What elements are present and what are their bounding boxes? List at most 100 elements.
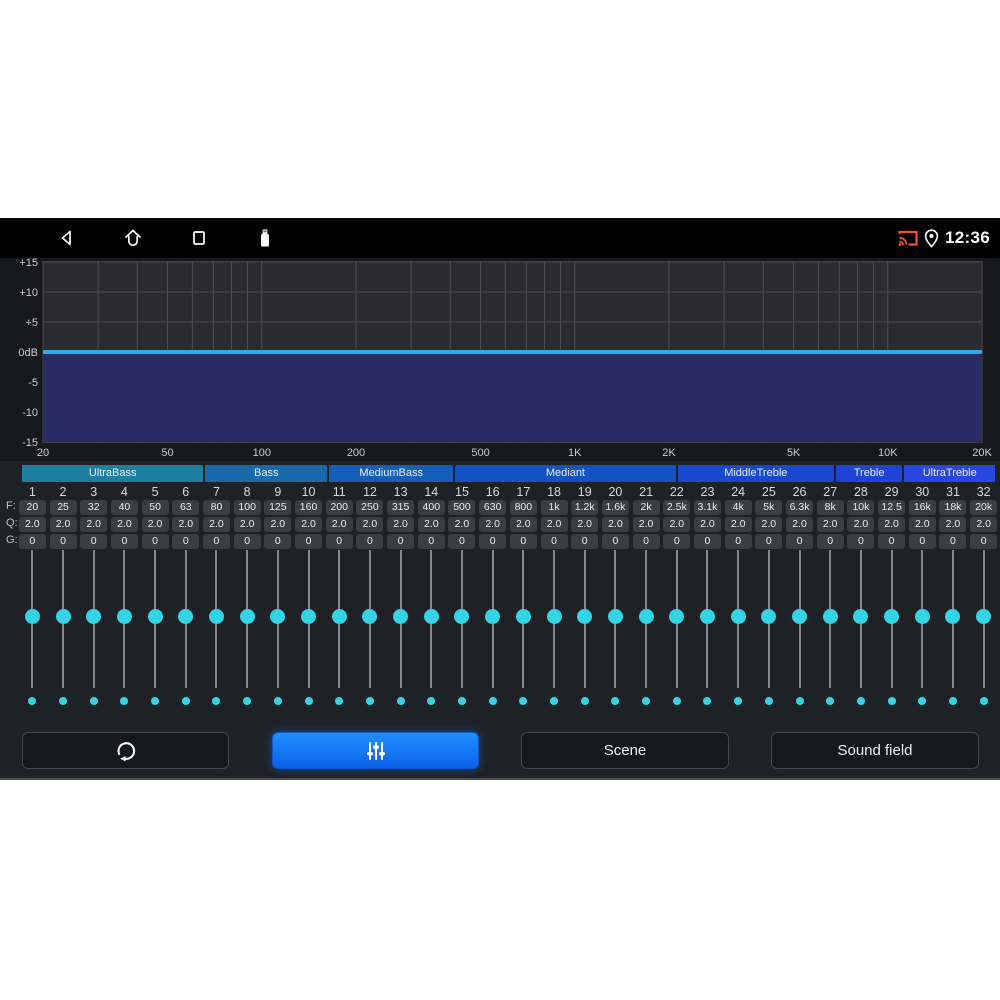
slider-thumb[interactable] [976,609,992,624]
g-value-box: 0 [907,533,938,549]
f-value: 2k [632,499,660,515]
band-gain-slider[interactable] [938,550,969,688]
slider-thumb[interactable] [24,609,40,624]
f-value-box: 3.1k [692,499,723,515]
f-value-box: 250 [355,499,386,515]
slider-thumb[interactable] [55,609,71,624]
slider-thumb[interactable] [730,609,746,624]
band-gain-slider[interactable] [784,550,815,688]
band-gain-slider[interactable] [539,550,570,688]
slider-thumb[interactable] [638,609,654,624]
q-value-row: 2.0 2.0 2.0 2.0 2.0 2.0 2.0 2.0 2.0 2.0 2.0 2.0 2.0 2… [17,516,999,532]
indicator-dot [488,697,497,705]
band-gain-slider[interactable] [907,550,938,688]
f-value: 315 [387,499,415,515]
band-gain-slider[interactable] [324,550,355,688]
slider-thumb[interactable] [699,609,715,624]
f-value-box: 100 [232,499,263,515]
q-value-box: 2.0 [355,516,386,532]
band-gain-slider[interactable] [600,550,631,688]
band-gain-slider[interactable] [846,550,877,688]
back-icon[interactable] [55,227,77,249]
band-number: 24 [731,485,746,499]
band-gain-slider[interactable] [109,550,140,688]
band-gain-slider[interactable] [232,550,263,688]
slider-thumb[interactable] [822,609,838,624]
equalizer-button[interactable] [272,732,479,769]
scene-button[interactable]: Scene [521,732,729,769]
band-gain-slider[interactable] [477,550,508,688]
band-gain-slider[interactable] [263,550,294,688]
indicator-dot [672,697,681,705]
band-gain-slider[interactable] [631,550,662,688]
f-value-box: 25 [48,499,79,515]
slider-thumb[interactable] [147,609,163,624]
slider-thumb[interactable] [546,609,562,624]
slider-thumb[interactable] [485,609,501,624]
g-value-box: 0 [938,533,969,549]
band-gain-slider[interactable] [48,550,79,688]
slider-thumb[interactable] [607,609,623,624]
slider-thumb[interactable] [792,609,808,624]
band-gain-slider[interactable] [661,550,692,688]
band-gain-slider[interactable] [355,550,386,688]
band-gain-slider[interactable] [876,550,907,688]
band-group-treble: Treble [835,465,903,482]
slider-thumb[interactable] [515,609,531,624]
reset-button[interactable] [22,732,229,769]
slider-thumb[interactable] [86,609,102,624]
q-value-box: 2.0 [968,516,999,532]
slider-thumb[interactable] [454,609,470,624]
band-number: 8 [243,485,251,499]
f-value-box: 18k [938,499,969,515]
indicator-dot [948,697,957,705]
slider-thumb[interactable] [331,609,347,624]
x-tick-label: 2K [662,447,676,459]
f-value: 100 [233,499,261,515]
band-gain-slider[interactable] [569,550,600,688]
slider-thumb[interactable] [669,609,685,624]
slider-thumb[interactable] [853,609,869,624]
slider-thumb[interactable] [362,609,378,624]
q-value: 2.0 [80,516,108,532]
slider-thumb[interactable] [761,609,777,624]
slider-thumb[interactable] [208,609,224,624]
g-value: 0 [479,533,507,549]
q-value: 2.0 [202,516,230,532]
slider-thumb[interactable] [301,609,317,624]
slider-thumb[interactable] [945,609,961,624]
band-gain-slider[interactable] [692,550,723,688]
band-gain-slider[interactable] [815,550,846,688]
g-value-box: 0 [78,533,109,549]
slider-thumb[interactable] [884,609,900,624]
recents-icon[interactable] [188,227,210,249]
slider-thumb[interactable] [423,609,439,624]
slider-thumb[interactable] [393,609,409,624]
band-gain-slider[interactable] [201,550,232,688]
band-gain-slider[interactable] [293,550,324,688]
band-gain-slider[interactable] [968,550,999,688]
x-tick-label: 200 [347,447,365,459]
slider-thumb[interactable] [914,609,930,624]
f-value-box: 12.5 [876,499,907,515]
slider-thumb[interactable] [178,609,194,624]
band-gain-slider[interactable] [140,550,171,688]
slider-thumb[interactable] [577,609,593,624]
band-gain-slider[interactable] [170,550,201,688]
slider-thumb[interactable] [270,609,286,624]
band-gain-slider[interactable] [385,550,416,688]
head-unit-screen: 12:36 +15 +10 +5 0dB -5 -10 -15 20 50 100 200 500 1K… [0,218,1000,780]
sound-field-button[interactable]: Sound field [771,732,979,769]
band-gain-slider[interactable] [78,550,109,688]
slider-thumb[interactable] [116,609,132,624]
band-gain-slider[interactable] [416,550,447,688]
band-gain-slider[interactable] [508,550,539,688]
band-gain-slider[interactable] [723,550,754,688]
q-value-box: 2.0 [723,516,754,532]
band-gain-slider[interactable] [447,550,478,688]
band-indicator-dot [815,695,846,707]
band-gain-slider[interactable] [754,550,785,688]
home-icon[interactable] [122,227,144,249]
slider-thumb[interactable] [239,609,255,624]
band-gain-slider[interactable] [17,550,48,688]
